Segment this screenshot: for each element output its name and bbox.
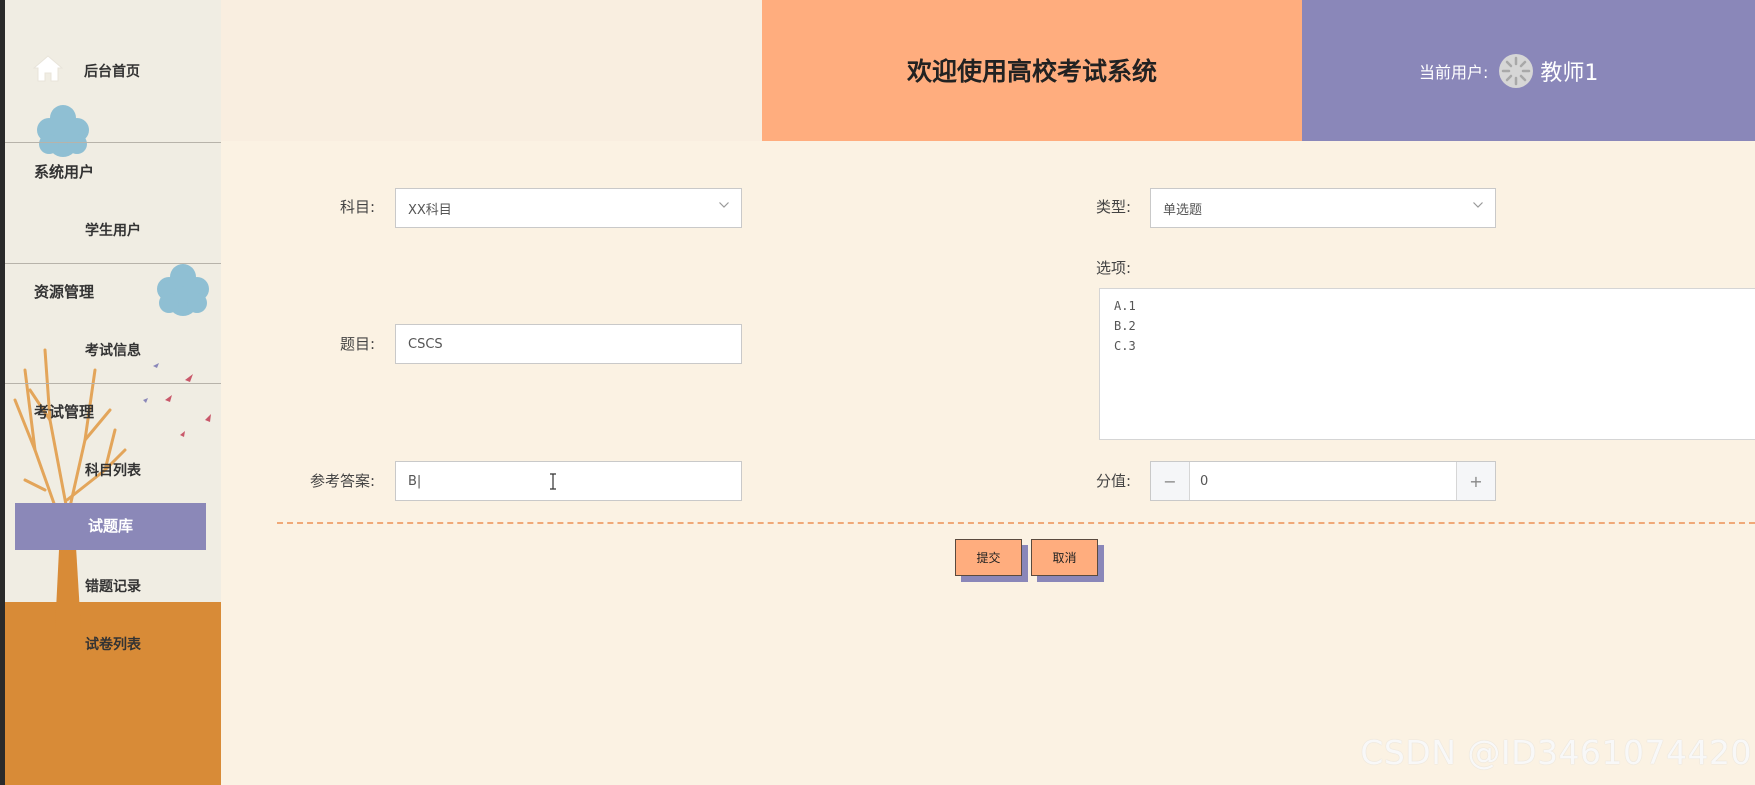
options-label-text: 选项:	[1095, 259, 1131, 277]
cloud-decoration-icon	[157, 264, 209, 316]
header-title-panel: 欢迎使用高校考试系统	[762, 0, 1302, 141]
subject-select[interactable]: XX科目	[395, 188, 742, 228]
answer-input[interactable]: B|	[395, 461, 742, 501]
answer-input-value: B|	[408, 473, 422, 489]
option-line: B.2	[1114, 319, 1136, 333]
score-value[interactable]: 0	[1190, 462, 1456, 500]
sidebar-group-resource-management[interactable]: 资源管理	[34, 281, 94, 302]
type-select-value: 单选题	[1163, 202, 1203, 218]
option-line: C.3	[1114, 339, 1136, 353]
question-input-value: CSCS	[408, 336, 443, 352]
score-stepper[interactable]: − 0 +	[1150, 461, 1496, 501]
type-select[interactable]: 单选题	[1150, 188, 1496, 228]
sidebar-item-subject-list[interactable]: 科目列表	[5, 460, 221, 480]
options-textarea[interactable]: A.1 B.2 C.3	[1099, 288, 1755, 440]
sidebar-item-home-label: 后台首页	[84, 64, 140, 80]
sidebar-item-student-users[interactable]: 学生用户	[5, 220, 221, 240]
avatar[interactable]	[1498, 53, 1534, 89]
sidebar: 后台首页 系统用户 学生用户 资源管理 考试信息 考试管理 科目列表 试题库 错…	[5, 0, 221, 785]
score-increment-button[interactable]: +	[1456, 462, 1495, 500]
sidebar-group-system-users[interactable]: 系统用户	[34, 161, 94, 182]
subject-select-value: XX科目	[408, 202, 452, 218]
question-input[interactable]: CSCS	[395, 324, 742, 364]
sidebar-divider	[5, 263, 221, 264]
score-label: 分值:	[1095, 472, 1131, 490]
submit-button[interactable]: 提交	[955, 539, 1022, 576]
options-label: 选项:	[1011, 257, 1131, 278]
sidebar-item-paper-list[interactable]: 试卷列表	[5, 634, 221, 654]
sidebar-item-home[interactable]: 后台首页	[5, 44, 221, 96]
chevron-down-icon	[719, 202, 729, 208]
sidebar-group-exam-management[interactable]: 考试管理	[34, 401, 94, 422]
question-label: 题目:	[339, 335, 375, 353]
sidebar-item-wrong-answers[interactable]: 错题记录	[5, 576, 221, 596]
score-decrement-button[interactable]: −	[1151, 462, 1190, 500]
sidebar-divider	[5, 142, 221, 143]
page-title: 欢迎使用高校考试系统	[906, 56, 1157, 86]
cancel-button[interactable]: 取消	[1031, 539, 1098, 576]
home-icon	[33, 55, 63, 82]
type-label: 类型:	[1095, 198, 1131, 216]
subject-label: 科目:	[339, 198, 375, 216]
sidebar-item-exam-info[interactable]: 考试信息	[5, 340, 221, 360]
sidebar-divider	[5, 383, 221, 384]
text-cursor-icon	[550, 473, 556, 490]
form-divider	[277, 522, 1755, 524]
answer-label: 参考答案:	[309, 472, 375, 490]
chevron-down-icon	[1473, 202, 1483, 208]
sidebar-item-question-bank[interactable]: 试题库	[15, 503, 206, 550]
watermark: CSDN @ID3461074420	[1360, 733, 1752, 772]
current-user-label: 当前用户:	[1419, 62, 1489, 82]
header-left-panel	[221, 0, 762, 141]
cloud-decoration-icon	[37, 105, 89, 157]
header-user-panel: 当前用户: 教师1	[1302, 0, 1755, 141]
option-line: A.1	[1114, 299, 1136, 313]
current-user-name: 教师1	[1540, 60, 1599, 86]
